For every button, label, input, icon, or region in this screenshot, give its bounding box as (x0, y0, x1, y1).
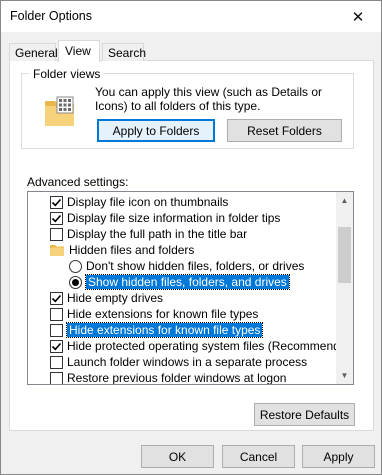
folder-views-description: You can apply this view (such as Details… (95, 85, 323, 113)
folder-icon (50, 245, 64, 256)
setting-label: Hidden files and folders (69, 243, 195, 257)
checkbox[interactable] (50, 291, 63, 305)
chevron-up-icon: ▲ (340, 196, 349, 205)
window-title: Folder Options (10, 9, 92, 23)
checkbox[interactable] (50, 323, 63, 337)
checkmark-icon (51, 294, 62, 302)
setting-dont-show-hidden[interactable]: Don't show hidden files, folders, or dri… (69, 258, 304, 274)
checkbox[interactable] (50, 371, 63, 384)
setting-label: Hide protected operating system files (R… (67, 339, 354, 353)
setting-display-file-icon-thumbnails[interactable]: Display file icon on thumbnails (50, 194, 228, 210)
setting-hide-protected-os-files[interactable]: Hide protected operating system files (R… (50, 338, 354, 354)
setting-label: Restore previous folder windows at logon (67, 371, 287, 385)
close-icon: ✕ (351, 8, 365, 26)
setting-label: Display file size information in folder … (67, 211, 281, 225)
tab-search[interactable]: Search (102, 43, 146, 61)
vertical-scrollbar[interactable]: ▲ ▼ (336, 192, 353, 384)
checkbox[interactable] (50, 307, 63, 321)
folder-view-icon (45, 96, 74, 126)
scroll-down-button[interactable]: ▼ (336, 367, 353, 384)
setting-label: Display the full path in the title bar (67, 227, 248, 241)
reset-folders-button[interactable]: Reset Folders (227, 119, 342, 142)
setting-hide-extensions[interactable]: Hide extensions for known file types (50, 306, 258, 322)
checkbox[interactable] (50, 355, 63, 369)
setting-label: Show hidden files, folders, and drives (85, 274, 290, 290)
setting-hide-empty-drives[interactable]: Hide empty drives (50, 290, 163, 306)
advanced-settings-label: Advanced settings: (27, 175, 129, 189)
checkbox[interactable] (50, 227, 63, 241)
setting-restore-previous-windows[interactable]: Restore previous folder windows at logon (50, 370, 287, 385)
setting-label: Display file icon on thumbnails (67, 195, 229, 209)
tab-view[interactable]: View (58, 40, 100, 62)
checkmark-icon (51, 198, 62, 206)
scroll-up-button[interactable]: ▲ (336, 192, 353, 209)
checkmark-icon (51, 214, 62, 222)
setting-launch-separate-process[interactable]: Launch folder windows in a separate proc… (50, 354, 307, 370)
checkmark-icon (51, 342, 62, 350)
setting-display-file-size-info[interactable]: Display file size information in folder … (50, 210, 280, 226)
setting-label: Hide extensions for known file types (67, 307, 259, 321)
scroll-thumb[interactable] (338, 227, 351, 283)
checkbox[interactable] (50, 195, 63, 209)
setting-hide-extensions-highlighted[interactable]: Hide extensions for known file types (50, 322, 264, 338)
folder-options-dialog: Folder Options ✕ General View Search Fol… (0, 0, 382, 475)
setting-show-hidden[interactable]: Show hidden files, folders, and drives (69, 274, 290, 290)
restore-defaults-button[interactable]: Restore Defaults (254, 403, 355, 426)
folder-views-label: Folder views (29, 67, 105, 81)
title-bar: Folder Options ✕ (1, 1, 381, 32)
tab-general[interactable]: General (9, 43, 58, 61)
chevron-down-icon: ▼ (340, 371, 349, 380)
radio-button[interactable] (69, 259, 82, 273)
close-button[interactable]: ✕ (335, 1, 381, 32)
radio-button[interactable] (69, 275, 82, 289)
advanced-settings-tree[interactable]: Display file icon on thumbnails Display … (27, 191, 354, 385)
apply-button[interactable]: Apply (302, 445, 375, 468)
checkbox[interactable] (50, 339, 63, 353)
checkbox[interactable] (50, 211, 63, 225)
setting-label: Hide extensions for known file types (65, 322, 264, 338)
cancel-button[interactable]: Cancel (222, 445, 295, 468)
setting-group-hidden-files: Hidden files and folders (50, 242, 194, 258)
setting-display-full-path[interactable]: Display the full path in the title bar (50, 226, 247, 242)
setting-label: Hide empty drives (67, 291, 164, 305)
ok-button[interactable]: OK (141, 445, 214, 468)
setting-label: Don't show hidden files, folders, or dri… (86, 259, 305, 273)
setting-label: Launch folder windows in a separate proc… (67, 355, 308, 369)
apply-to-folders-button[interactable]: Apply to Folders (97, 119, 215, 142)
